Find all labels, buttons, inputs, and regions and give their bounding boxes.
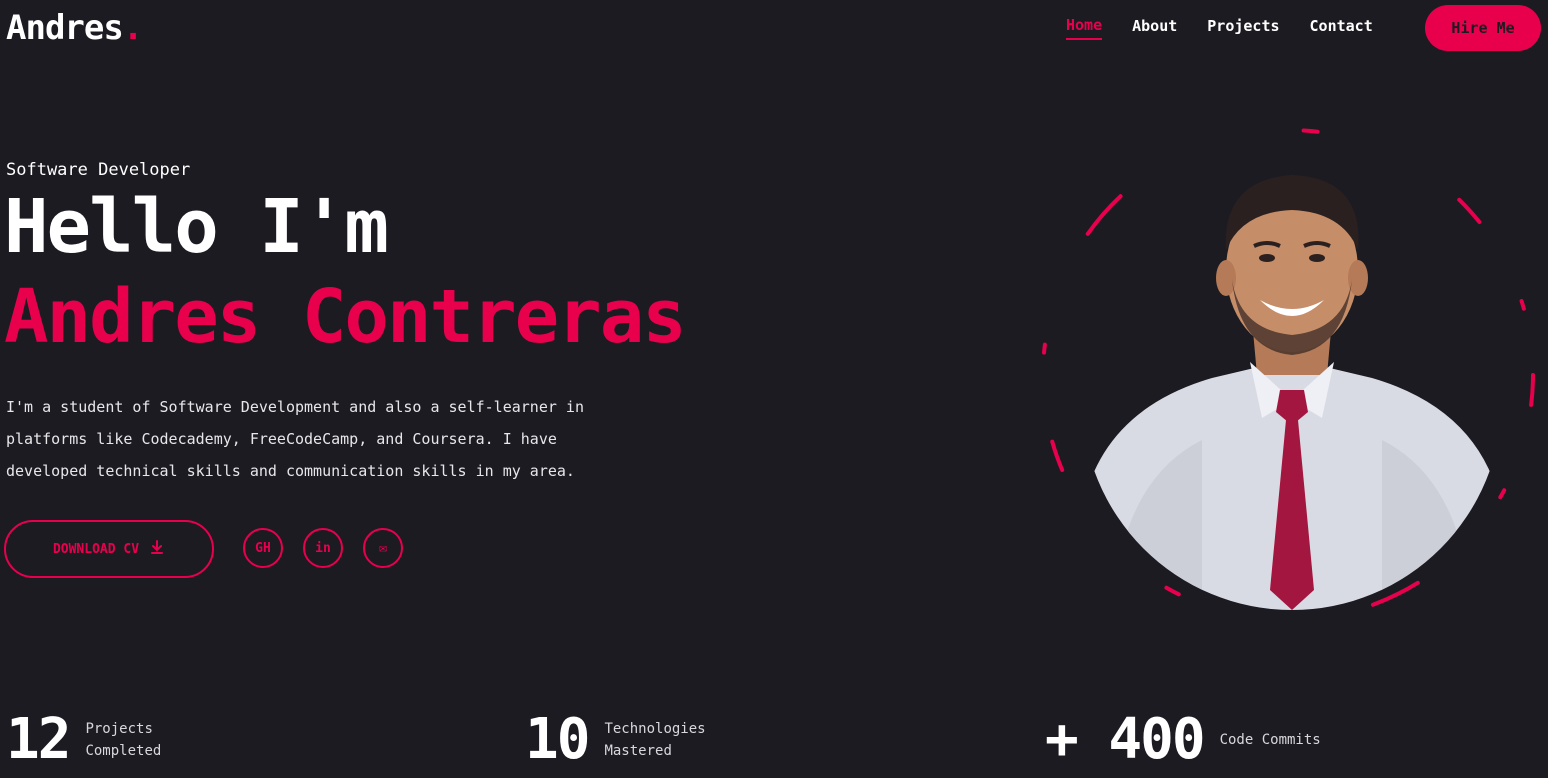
main-nav: Home About Projects Contact [1066,16,1403,40]
logo-text: Andres [6,8,124,48]
email-link[interactable]: ✉ [363,528,403,568]
nav-about[interactable]: About [1132,17,1177,39]
download-cv-button[interactable]: DOWNLOAD CV [4,520,214,578]
stat-projects: 12 Projects Completed [6,712,225,768]
page: Andres. Home About Projects Contact Hire… [0,0,1548,778]
profile-photo [1082,150,1502,610]
hire-me-button[interactable]: Hire Me [1425,5,1541,51]
stat-number: + 400 [1045,707,1206,772]
stat-label: Technologies Mastered [604,721,706,759]
name-heading: Andres Contreras [4,274,687,360]
stat-label: Projects Completed [85,721,162,759]
stat-label: Code Commits [1219,732,1321,748]
github-icon: GH [255,540,271,556]
bio-text: I'm a student of Software Development an… [6,398,584,480]
stat-commits: + 400 Code Commits [1045,712,1360,768]
greeting-heading: Hello I'm [4,184,389,270]
nav-contact[interactable]: Contact [1310,17,1373,39]
download-icon [149,539,165,559]
github-link[interactable]: GH [243,528,283,568]
role-subtitle: Software Developer [6,160,191,180]
download-cv-label: DOWNLOAD CV [52,541,140,557]
stat-number: 10 [525,707,590,772]
nav-projects[interactable]: Projects [1207,17,1279,39]
linkedin-link[interactable]: in [303,528,343,568]
linkedin-icon: in [315,540,331,556]
nav-home[interactable]: Home [1066,16,1103,40]
email-icon: ✉ [379,540,387,556]
stat-number: 12 [6,707,71,772]
logo[interactable]: Andres. [6,8,144,48]
stat-technologies: 10 Technologies Mastered [525,712,744,768]
logo-dot: . [122,8,144,48]
